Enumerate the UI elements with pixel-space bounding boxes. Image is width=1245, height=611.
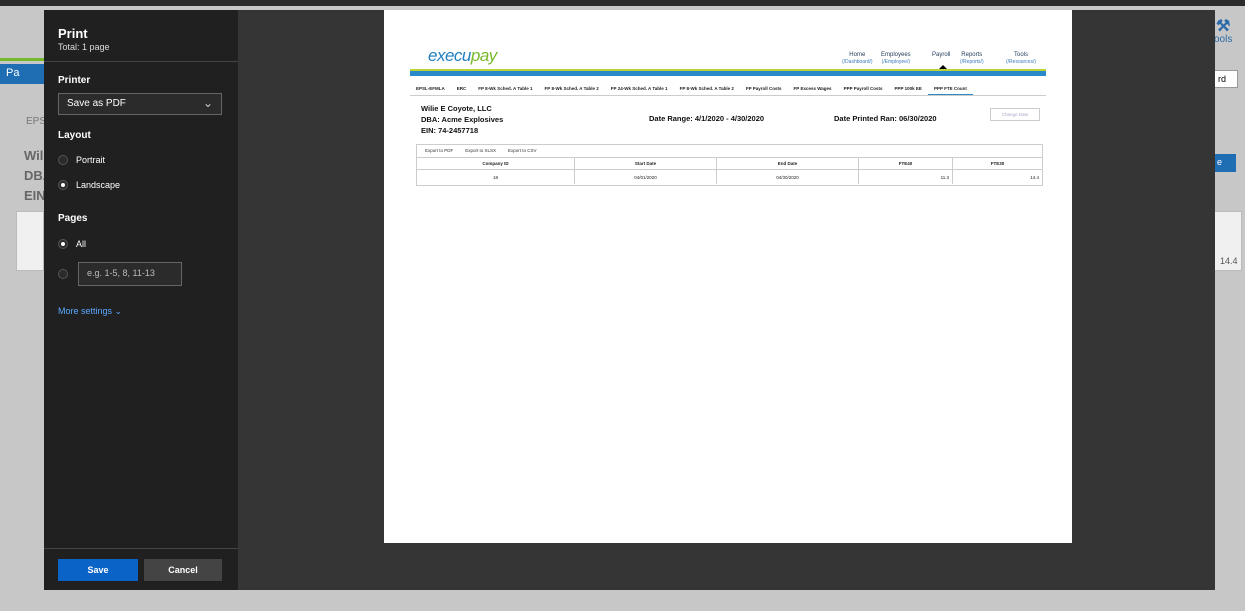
tab-epsl-efmla: EPSL-EFMLA bbox=[416, 86, 445, 91]
fte-table: Export to PDF Export to XLSX Export to C… bbox=[416, 144, 1043, 186]
printer-value: Save as PDF bbox=[67, 98, 126, 109]
col-fte40: FTE40 bbox=[859, 158, 953, 169]
bg-nav-bar: Pa bbox=[0, 64, 44, 84]
table-row: 18 04/01/2020 04/30/2020 11.3 14.4 bbox=[417, 170, 1042, 184]
pages-label: Pages bbox=[58, 213, 88, 224]
cell-fte40: 11.3 bbox=[859, 170, 953, 184]
radio-icon bbox=[58, 269, 68, 279]
custom-pages-radio[interactable] bbox=[58, 269, 76, 279]
tab-ppp-payroll-costs: PPP Payroll Costs bbox=[843, 86, 883, 91]
print-preview-page: execupay Home (/Dashboard/) Employees (/Em… bbox=[384, 10, 1072, 543]
bg-right-button: e bbox=[1214, 154, 1236, 172]
tab-ppp-fte-count: PPP FTE Count bbox=[927, 82, 973, 95]
radio-selected-icon bbox=[58, 180, 68, 190]
col-company-id: Company ID bbox=[417, 158, 575, 169]
radio-selected-icon bbox=[58, 239, 68, 249]
nav-label: Employees bbox=[881, 52, 911, 58]
landscape-radio[interactable]: Landscape bbox=[58, 180, 120, 190]
logo-text-a: execu bbox=[428, 46, 471, 65]
print-settings-panel: Print Total: 1 page Printer Save as PDF … bbox=[44, 10, 238, 590]
print-dialog: Print Total: 1 page Printer Save as PDF … bbox=[44, 10, 1215, 590]
cell-start-date: 04/01/2020 bbox=[575, 170, 717, 184]
logo-text-b: pay bbox=[470, 46, 497, 65]
bg-tools-label: ools bbox=[1214, 34, 1233, 45]
table-header: Company ID Start Date End Date FTE40 FTE… bbox=[417, 157, 1042, 170]
nav-label: Payroll bbox=[932, 52, 951, 58]
col-fte30: FTE30 bbox=[990, 161, 1005, 166]
nav-label: Tools bbox=[1014, 52, 1029, 58]
cancel-button[interactable]: Cancel bbox=[144, 559, 222, 581]
tools-icon: ⚒ bbox=[1216, 18, 1231, 35]
date-printed: Date Printed Ran: 06/30/2020 bbox=[834, 114, 937, 123]
nav-employees: Employees (/Employee/) bbox=[881, 52, 911, 66]
change-date-button: Change Date bbox=[990, 108, 1040, 121]
more-settings-label: More settings bbox=[58, 306, 113, 316]
report-tabs: EPSL-EFMLA ERC FP 8-Wk Sched. A Table 1 … bbox=[410, 82, 1046, 96]
tab-fp8-table1: FP 8-Wk Sched. A Table 1 bbox=[478, 86, 533, 91]
company-info: Wilie E Coyote, LLC DBA: Acme Explosives… bbox=[421, 103, 503, 136]
header-blue-stripe bbox=[410, 71, 1046, 76]
nav-label: Home bbox=[849, 52, 866, 58]
cell-end-date: 04/30/2020 bbox=[717, 170, 859, 184]
screen: Pa ⚒ ools rd EPS Wili DBA EIN e 14.4 Pri… bbox=[0, 0, 1245, 611]
tab-fp8-table2b: FP 8-Wk Sched. A Table 2 bbox=[679, 86, 734, 91]
tab-ppp-100k-ee: PPP 100k EE bbox=[894, 86, 922, 91]
execupay-logo: execupay bbox=[428, 46, 497, 66]
printer-select[interactable]: Save as PDF ⌄ bbox=[58, 93, 222, 115]
save-button[interactable]: Save bbox=[58, 559, 138, 581]
nav-home: Home (/Dashboard/) bbox=[842, 52, 873, 66]
nav-sub: (/Resources/) bbox=[1006, 59, 1037, 65]
date-range: Date Range: 4/1/2020 - 4/30/2020 bbox=[649, 114, 765, 123]
chevron-down-icon: ⌄ bbox=[202, 96, 213, 110]
company-dba: DBA: Acme Explosives bbox=[421, 115, 504, 124]
radio-icon bbox=[58, 155, 68, 165]
export-pdf-link: Export to PDF bbox=[425, 148, 454, 153]
nav-sub: (/Reports/) bbox=[960, 59, 984, 65]
bg-nav-label: Pa bbox=[6, 67, 20, 79]
nav-sub: (/Employee/) bbox=[881, 59, 911, 65]
print-total: Total: 1 page bbox=[58, 42, 110, 52]
landscape-label: Landscape bbox=[76, 180, 121, 190]
tab-fp24-table1: FP 24-Wk Sched. A Table 1 bbox=[610, 86, 668, 91]
company-name: Wilie E Coyote, LLC bbox=[421, 104, 492, 113]
page-range-input[interactable]: e.g. 1-5, 8, 11-13 bbox=[78, 262, 182, 286]
layout-label: Layout bbox=[58, 130, 91, 141]
nav-sub: (/Dashboard/) bbox=[842, 59, 873, 65]
cell-company-id: 18 bbox=[417, 170, 575, 184]
export-xlsx-link: Export to XLSX bbox=[465, 148, 497, 153]
company-ein: EIN: 74-2457718 bbox=[421, 126, 479, 135]
bg-right-tab: rd bbox=[1214, 70, 1238, 88]
tab-erc: ERC bbox=[456, 86, 467, 91]
tab-fp-excess-wages: FP Excess Wages bbox=[793, 86, 832, 91]
export-links: Export to PDF Export to XLSX Export to C… bbox=[425, 148, 537, 153]
tab-fp8-table2: FP 8-Wk Sched. A Table 2 bbox=[544, 86, 599, 91]
cell-fte30: 14.4 bbox=[1030, 174, 1039, 180]
printer-label: Printer bbox=[58, 75, 91, 86]
bg-eps-label: EPS bbox=[26, 116, 47, 127]
chevron-down-icon: ⌄ bbox=[114, 306, 123, 316]
tab-fp-payroll-costs: FP Payroll Costs bbox=[745, 86, 782, 91]
nav-reports: Reports (/Reports/) bbox=[960, 52, 984, 66]
all-pages-label: All bbox=[76, 239, 87, 249]
bg-right-value: 14.4 bbox=[1220, 256, 1238, 266]
bg-table-left bbox=[16, 211, 44, 271]
col-start-date: Start Date bbox=[575, 158, 717, 169]
divider bbox=[44, 548, 238, 549]
bg-green-line bbox=[0, 58, 44, 61]
portrait-label: Portrait bbox=[76, 155, 106, 165]
nav-tools: Tools (/Resources/) bbox=[1006, 52, 1036, 66]
more-settings-link[interactable]: More settings ⌄ bbox=[58, 306, 122, 317]
nav-payroll: Payroll bbox=[932, 52, 950, 59]
nav-label: Reports bbox=[961, 52, 983, 58]
print-title: Print bbox=[58, 26, 88, 41]
col-end-date: End Date bbox=[717, 158, 859, 169]
all-pages-radio[interactable]: All bbox=[58, 239, 86, 249]
divider bbox=[44, 61, 238, 62]
export-csv-link: Export to CSV bbox=[508, 148, 537, 153]
portrait-radio[interactable]: Portrait bbox=[58, 155, 105, 165]
